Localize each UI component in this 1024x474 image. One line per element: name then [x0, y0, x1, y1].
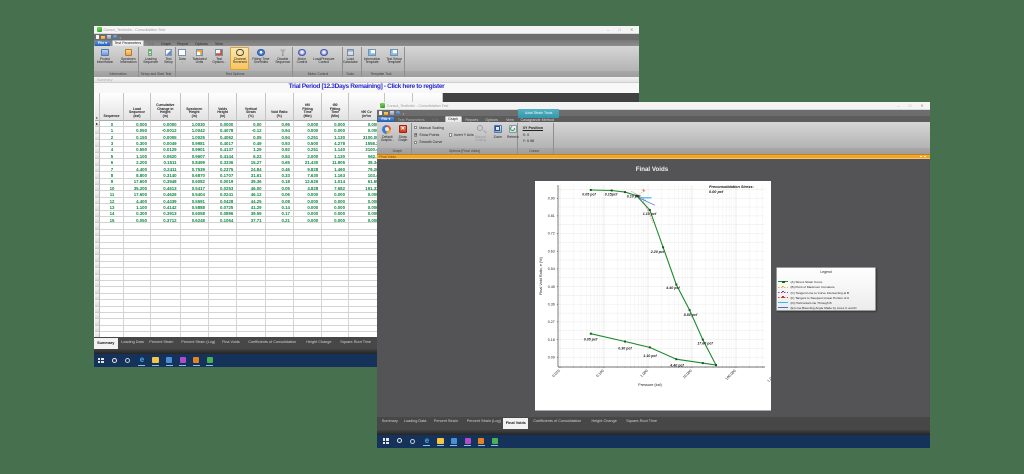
svg-text:0.45: 0.45 — [548, 285, 555, 289]
svg-text:4.40 pcf: 4.40 pcf — [665, 286, 680, 290]
svg-text:0.27: 0.27 — [548, 320, 555, 324]
svg-text:0.81: 0.81 — [548, 214, 555, 218]
svg-text:8.80 pcf: 8.80 pcf — [684, 313, 698, 317]
svg-text:0.05 pcf: 0.05 pcf — [584, 338, 598, 342]
svg-text:0.63: 0.63 — [548, 249, 555, 253]
svg-text:Preconsolidation Stress:: Preconsolidation Stress: — [709, 185, 754, 189]
svg-text:0.10 pcf: 0.10 pcf — [627, 195, 641, 199]
svg-text:0.15pcf: 0.15pcf — [605, 193, 618, 197]
svg-text:Final Void Ratio, e (%): Final Void Ratio, e (%) — [539, 256, 543, 295]
svg-text:Pressure (ksf): Pressure (ksf) — [638, 383, 662, 387]
svg-text:0.36: 0.36 — [548, 302, 555, 306]
svg-text:0.05 pcf: 0.05 pcf — [582, 193, 596, 197]
svg-text:0.00 pcf: 0.00 pcf — [709, 190, 724, 194]
svg-text:0.72: 0.72 — [548, 232, 555, 236]
svg-text:0.30 pcf: 0.30 pcf — [618, 347, 632, 351]
svg-text:2.20 pcf: 2.20 pcf — [650, 250, 665, 254]
svg-text:0.90: 0.90 — [548, 196, 555, 200]
svg-text:0.54: 0.54 — [548, 267, 555, 271]
svg-text:1.10 pcf: 1.10 pcf — [643, 354, 657, 358]
svg-text:4.40 pcf: 4.40 pcf — [669, 364, 684, 368]
svg-text:17.60 pcf: 17.60 pcf — [697, 342, 713, 346]
svg-text:0.18: 0.18 — [548, 338, 555, 342]
svg-text:1.10 pcf: 1.10 pcf — [643, 212, 657, 216]
svg-text:0.09: 0.09 — [548, 355, 555, 359]
